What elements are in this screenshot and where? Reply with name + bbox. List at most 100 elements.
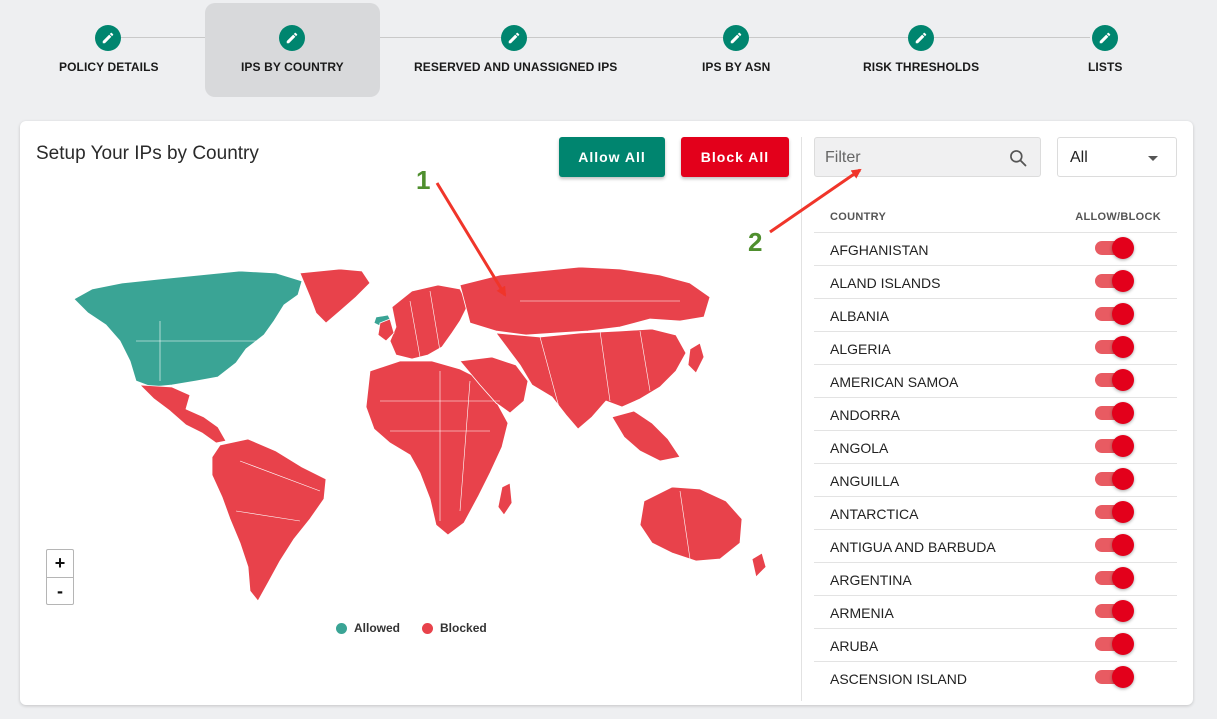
status-select-value: All	[1070, 149, 1088, 166]
allow-block-toggle[interactable]	[1095, 468, 1134, 490]
blocked-dot-icon	[422, 622, 434, 634]
country-name: AFGHANISTAN	[830, 242, 929, 258]
allowed-dot-icon	[336, 622, 347, 634]
step-label: POLICY DETAILS	[59, 60, 159, 74]
column-header-country: COUNTRY	[830, 211, 887, 223]
map-region-new-zealand	[751, 552, 767, 578]
map-zoom-control: + -	[46, 549, 74, 605]
allow-block-toggle[interactable]	[1095, 666, 1134, 688]
legend-blocked-label: Blocked	[440, 621, 487, 635]
map-legend: Allowed Blocked	[336, 621, 487, 635]
country-name: AMERICAN SAMOA	[830, 374, 959, 390]
allow-block-toggle[interactable]	[1095, 270, 1134, 292]
step-lists[interactable]: LISTS	[1080, 3, 1130, 97]
toggle-knob	[1112, 336, 1134, 358]
allow-block-toggle[interactable]	[1095, 633, 1134, 655]
toggle-knob	[1112, 237, 1134, 259]
filter-input[interactable]	[825, 147, 995, 169]
column-header-allow-block: ALLOW/BLOCK	[1075, 211, 1161, 223]
table-row: ANDORRA	[814, 398, 1177, 431]
zoom-out-button[interactable]: -	[47, 577, 73, 604]
toggle-knob	[1112, 501, 1134, 523]
table-row: ALAND ISLANDS	[814, 266, 1177, 299]
annotation-number-2: 2	[748, 227, 763, 257]
country-table-header: COUNTRY ALLOW/BLOCK	[814, 201, 1177, 233]
step-risk-thresholds[interactable]: RISK THRESHOLDS	[858, 3, 984, 97]
table-row: ASCENSION ISLAND	[814, 662, 1177, 695]
allow-block-toggle[interactable]	[1095, 402, 1134, 424]
legend-allowed: Allowed	[336, 621, 400, 635]
country-list: AFGHANISTAN ALAND ISLANDS ALBANIA ALGERIA AM…	[814, 233, 1177, 695]
status-select[interactable]: All	[1057, 137, 1177, 177]
table-row: ANGOLA	[814, 431, 1177, 464]
toggle-knob	[1112, 435, 1134, 457]
panel-divider	[801, 137, 802, 701]
legend-blocked: Blocked	[422, 621, 487, 635]
step-label: RISK THRESHOLDS	[863, 60, 980, 74]
step-policy-details[interactable]: POLICY DETAILS	[48, 3, 168, 97]
table-row: ARUBA	[814, 629, 1177, 662]
block-all-button[interactable]: Block All	[681, 137, 789, 177]
allow-block-toggle[interactable]	[1095, 303, 1134, 325]
allow-block-toggle[interactable]	[1095, 600, 1134, 622]
step-label: RESERVED AND UNASSIGNED IPS	[414, 60, 618, 74]
country-name: ARGENTINA	[830, 572, 912, 588]
table-row: ARGENTINA	[814, 563, 1177, 596]
allow-block-toggle[interactable]	[1095, 567, 1134, 589]
step-ips-by-asn[interactable]: IPS BY ASN	[690, 3, 782, 97]
search-icon[interactable]	[1008, 148, 1028, 173]
map-region-europe	[389, 284, 469, 360]
table-row: ALGERIA	[814, 332, 1177, 365]
allow-block-toggle[interactable]	[1095, 501, 1134, 523]
toggle-knob	[1112, 633, 1134, 655]
step-reserved-unassigned-ips[interactable]: RESERVED AND UNASSIGNED IPS	[410, 3, 620, 97]
step-label: IPS BY ASN	[702, 60, 771, 74]
toggle-knob	[1112, 303, 1134, 325]
country-name: ANTARCTICA	[830, 506, 919, 522]
country-name: ANGUILLA	[830, 473, 900, 489]
table-row: AFGHANISTAN	[814, 233, 1177, 266]
allow-all-button[interactable]: Allow All	[559, 137, 665, 177]
table-row: ARMENIA	[814, 596, 1177, 629]
map-region-central-america	[139, 384, 227, 444]
country-name: ALAND ISLANDS	[830, 275, 941, 291]
step-ips-by-country[interactable]: IPS BY COUNTRY	[205, 3, 380, 97]
country-name: ALBANIA	[830, 308, 890, 324]
zoom-in-button[interactable]: +	[47, 550, 73, 577]
map-region-japan	[687, 342, 705, 374]
toggle-knob	[1112, 468, 1134, 490]
filter-box	[814, 137, 1041, 177]
allow-block-toggle[interactable]	[1095, 336, 1134, 358]
toggle-knob	[1112, 666, 1134, 688]
country-name: ANGOLA	[830, 440, 889, 456]
country-name: ASCENSION ISLAND	[830, 671, 967, 687]
table-row: ALBANIA	[814, 299, 1177, 332]
pencil-icon	[279, 25, 305, 51]
ips-by-country-card: Setup Your IPs by Country Allow All Bloc…	[20, 121, 1193, 705]
pencil-icon	[908, 25, 934, 51]
annotation-number-1: 1	[416, 165, 431, 195]
toggle-knob	[1112, 402, 1134, 424]
table-row: ANTARCTICA	[814, 497, 1177, 530]
country-name: ARMENIA	[830, 605, 894, 621]
card-title: Setup Your IPs by Country	[36, 143, 259, 164]
step-label: IPS BY COUNTRY	[241, 60, 344, 74]
allow-block-toggle[interactable]	[1095, 237, 1134, 259]
pencil-icon	[1092, 25, 1118, 51]
map-region-southeast-asia	[611, 410, 681, 462]
table-row: ANTIGUA AND BARBUDA	[814, 530, 1177, 563]
toggle-knob	[1112, 567, 1134, 589]
allow-block-toggle[interactable]	[1095, 534, 1134, 556]
legend-allowed-label: Allowed	[354, 621, 401, 635]
map-region-madagascar	[497, 482, 513, 516]
country-name: ARUBA	[830, 638, 879, 654]
allow-block-toggle[interactable]	[1095, 369, 1134, 391]
pencil-icon	[95, 25, 121, 51]
allow-block-toggle[interactable]	[1095, 435, 1134, 457]
toggle-knob	[1112, 534, 1134, 556]
world-map[interactable]	[40, 261, 780, 611]
table-row: ANGUILLA	[814, 464, 1177, 497]
map-region-greenland	[299, 268, 371, 324]
map-region-australia	[639, 486, 743, 562]
map-region-north-america	[73, 270, 303, 388]
